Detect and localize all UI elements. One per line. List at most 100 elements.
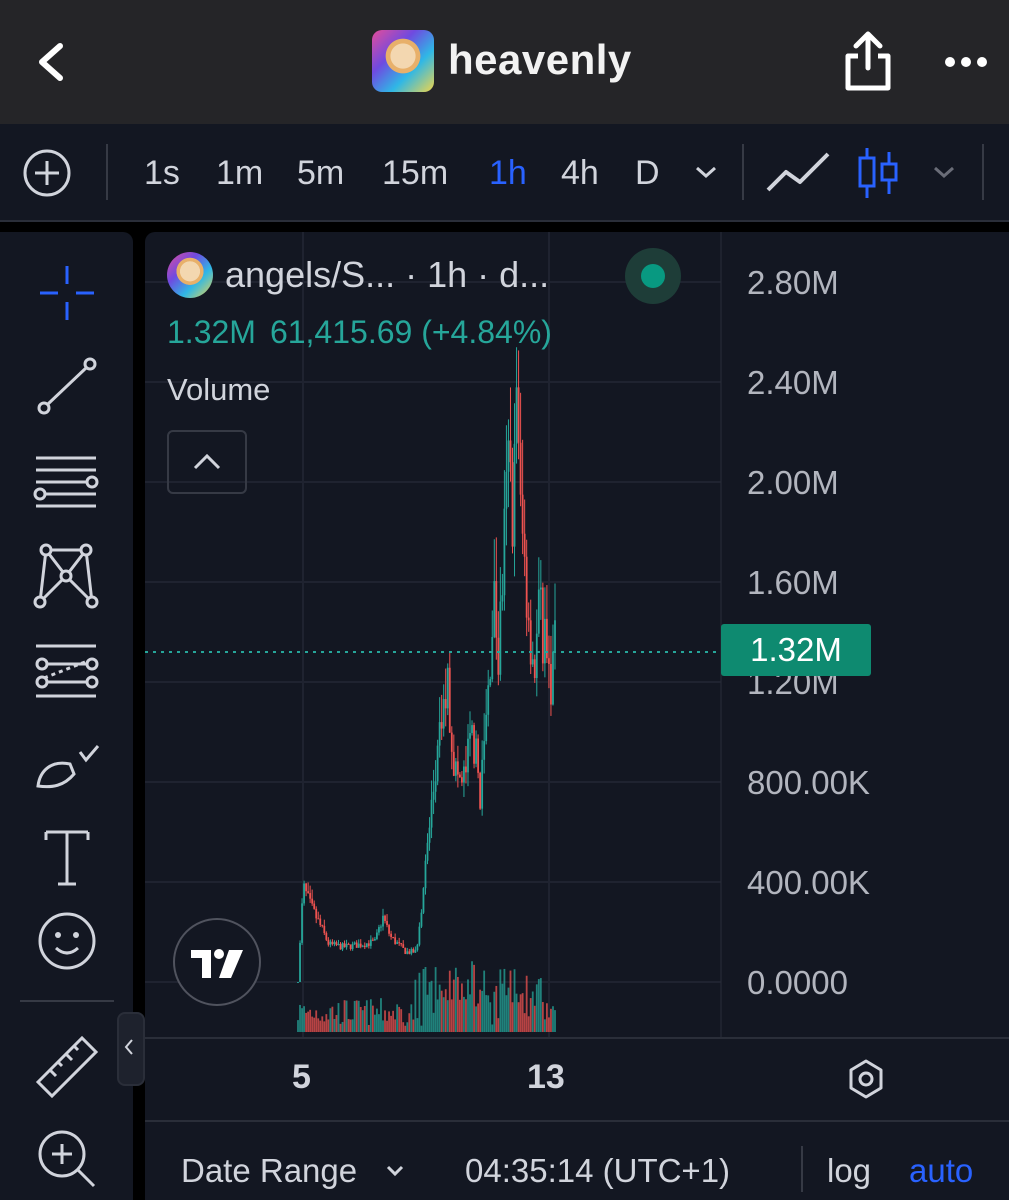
volume-bar [444, 989, 447, 1032]
candle-body [299, 942, 301, 982]
volume-bar [412, 1019, 415, 1032]
sidebar-collapse-toggle[interactable] [117, 1012, 145, 1086]
volume-bar [386, 1020, 388, 1032]
tradingview-logo[interactable] [173, 918, 261, 1006]
share-icon[interactable] [842, 30, 894, 92]
volume-bar [529, 998, 532, 1032]
candle-body [461, 777, 463, 783]
candle-body [477, 738, 480, 773]
market-status-indicator [625, 248, 681, 304]
timeframe-1m[interactable]: 1m [216, 154, 263, 193]
chevron-down-icon[interactable] [694, 164, 718, 180]
toolbar-divider [742, 144, 744, 200]
chevron-down-icon[interactable] [932, 164, 956, 180]
candle-body [436, 745, 439, 782]
price-chart[interactable] [145, 232, 1009, 1120]
volume-bar [398, 1006, 401, 1032]
brush-icon[interactable] [30, 730, 104, 804]
candle-body [357, 943, 360, 948]
timeframe-5m[interactable]: 5m [297, 154, 344, 193]
volume-bar [467, 979, 469, 1032]
timeframe-15m[interactable]: 15m [382, 154, 448, 193]
volume-bar [305, 1012, 307, 1032]
text-icon[interactable] [30, 822, 104, 896]
timeframe-4h[interactable]: 4h [561, 154, 599, 193]
legend-collapse-button[interactable] [167, 430, 247, 494]
volume-bar [548, 1017, 550, 1032]
legend-values: 1.32M 61,415.69 (+4.84%) [167, 314, 566, 351]
volume-bar [463, 996, 465, 1032]
pattern-icon[interactable] [30, 540, 104, 614]
volume-bar [434, 967, 437, 1032]
crosshair-icon[interactable] [30, 256, 104, 330]
candle-body [380, 926, 382, 928]
candle-body [463, 766, 465, 783]
volume-bar [325, 1014, 328, 1032]
add-indicator-icon[interactable] [22, 148, 72, 198]
volume-bar [353, 1000, 356, 1032]
volume-bar [543, 1019, 546, 1032]
line-chart-icon[interactable] [766, 150, 830, 196]
candle-body [513, 443, 516, 547]
candle-body [376, 932, 378, 939]
auto-scale-toggle[interactable]: auto [909, 1152, 973, 1190]
candle-body [349, 944, 352, 950]
chevron-down-icon[interactable] [385, 1164, 405, 1178]
candlestick-chart-icon[interactable] [856, 146, 900, 200]
candle-body [458, 774, 461, 778]
timeframe-1s[interactable]: 1s [144, 154, 180, 193]
candle-body [503, 508, 506, 596]
timeframe-d[interactable]: D [635, 154, 660, 193]
candle-body [325, 933, 328, 940]
volume-bar [505, 995, 508, 1032]
volume-bar [440, 990, 443, 1032]
candle-body [493, 581, 496, 637]
candle-body [548, 658, 550, 664]
candle-body [303, 883, 305, 904]
volume-bar [392, 1010, 395, 1032]
price-axis-label: 400.00K [747, 864, 870, 901]
candle-body [456, 761, 459, 775]
candle-body [305, 883, 307, 892]
volume-bar [497, 1018, 500, 1032]
fib-retracement-icon[interactable] [30, 446, 104, 520]
candle-body [481, 759, 484, 809]
candle-body [412, 949, 415, 953]
log-scale-toggle[interactable]: log [827, 1152, 871, 1190]
candle-body [471, 725, 473, 734]
candle-body [418, 926, 421, 945]
candle-body [327, 939, 330, 945]
symbol-title[interactable]: angels/S... · 1h · d... [225, 254, 549, 296]
chart-panel[interactable]: angels/S... · 1h · d... 1.32M 61,415.69 (… [145, 232, 1009, 1200]
symbol-avatar [167, 252, 213, 298]
volume-bar [378, 1014, 380, 1032]
zoom-in-icon[interactable] [30, 1122, 104, 1196]
candle-body [345, 943, 348, 948]
volume-bar [329, 1008, 332, 1032]
settings-icon[interactable] [845, 1058, 887, 1100]
ruler-icon[interactable] [30, 1030, 104, 1104]
volume-bar [390, 1015, 392, 1032]
chevron-left-icon[interactable] [30, 40, 74, 84]
candle-body [499, 601, 502, 675]
candle-body [448, 667, 451, 733]
candle-body [511, 462, 514, 547]
candle-body [398, 942, 401, 944]
trend-line-icon[interactable] [30, 350, 104, 424]
emoji-icon[interactable] [30, 904, 104, 978]
volume-bar [303, 1006, 305, 1032]
volume-bar [369, 999, 372, 1032]
volume-bar [485, 995, 488, 1032]
more-horizontal-icon[interactable] [942, 50, 990, 74]
timezone-clock[interactable]: 04:35:14 (UTC+1) [465, 1152, 730, 1190]
volume-indicator-label[interactable]: Volume [167, 372, 270, 408]
date-range-button[interactable]: Date Range [181, 1152, 357, 1190]
token-avatar [372, 30, 434, 92]
chart-bottom-bar: Date Range 04:35:14 (UTC+1) log auto [145, 1120, 1009, 1200]
volume-bar [394, 1019, 397, 1032]
candle-body [533, 659, 536, 679]
timeframe-1h[interactable]: 1h [489, 154, 527, 193]
page-title: heavenly [448, 36, 632, 83]
prediction-icon[interactable] [30, 634, 104, 708]
volume-bar [511, 1002, 514, 1032]
